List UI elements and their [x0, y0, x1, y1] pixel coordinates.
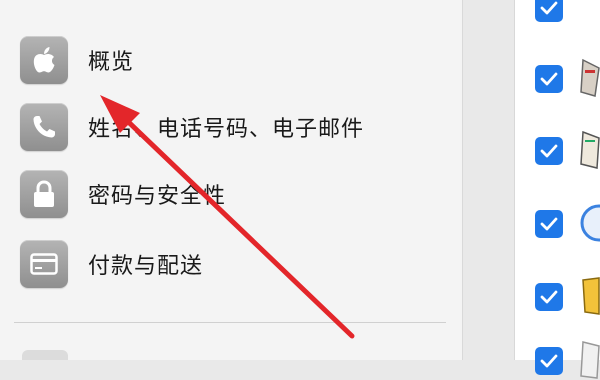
annotation-arrow	[100, 95, 355, 339]
